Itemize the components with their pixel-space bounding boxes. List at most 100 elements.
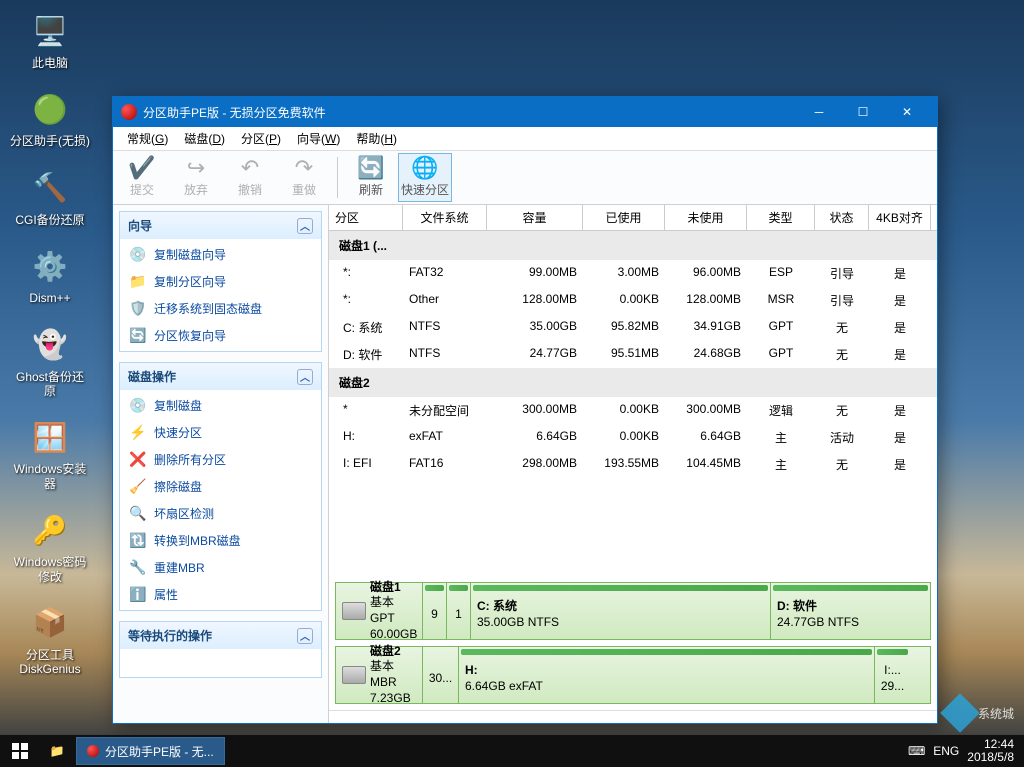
panel-pending: 等待执行的操作 ︿ — [119, 621, 322, 678]
file-explorer-icon[interactable]: 📁 — [40, 744, 74, 758]
sidebar-item-icon: 🛡️ — [130, 301, 146, 317]
tool-快速分区[interactable]: 🌐快速分区 — [398, 153, 452, 202]
collapse-icon[interactable]: ︿ — [297, 628, 313, 644]
app-window: 分区助手PE版 - 无损分区免费软件 ─ ☐ ✕ 常规(G)磁盘(D)分区(P)… — [112, 96, 938, 724]
partition-block[interactable]: D: 软件24.77GB NTFS — [770, 583, 930, 639]
sidebar-item[interactable]: 🧹擦除磁盘 — [120, 473, 321, 500]
sidebar-item[interactable]: ℹ️属性 — [120, 581, 321, 608]
desktop-icon-glyph: 📦 — [29, 602, 71, 644]
desktop-icon-label: CGI备份还原 — [10, 213, 90, 227]
menu-h[interactable]: 帮助(H) — [348, 128, 405, 149]
menu-g[interactable]: 常规(G) — [119, 128, 176, 149]
sidebar-item[interactable]: 💿复制磁盘 — [120, 392, 321, 419]
collapse-icon[interactable]: ︿ — [297, 218, 313, 234]
panel-wizard: 向导 ︿ 💿复制磁盘向导📁复制分区向导🛡️迁移系统到固态磁盘🔄分区恢复向导 — [119, 211, 322, 352]
sidebar-item[interactable]: 💿复制磁盘向导 — [120, 241, 321, 268]
desktop-icon[interactable]: 📦分区工具DiskGenius — [10, 602, 90, 677]
desktop-icon-glyph: 🔨 — [29, 167, 71, 209]
column-header[interactable]: 类型 — [747, 205, 815, 230]
partition-row[interactable]: C: 系统NTFS35.00GB95.82MB34.91GBGPT无是 — [329, 314, 937, 341]
sidebar-item[interactable]: 📁复制分区向导 — [120, 268, 321, 295]
column-header[interactable]: 未使用 — [665, 205, 747, 230]
desktop-icon[interactable]: ⚙️Dism++ — [10, 245, 90, 305]
partition-block[interactable]: I:...29... — [874, 647, 910, 703]
sidebar-item-icon: 🔄 — [130, 328, 146, 344]
sidebar: 向导 ︿ 💿复制磁盘向导📁复制分区向导🛡️迁移系统到固态磁盘🔄分区恢复向导 磁盘… — [113, 205, 329, 723]
collapse-icon[interactable]: ︿ — [297, 369, 313, 385]
desktop: 🖥️此电脑 🟢 分区助手(无损) 🔨 CGI备份还原 ⚙️Dism++ 👻Ghost备份还原… — [0, 0, 1024, 767]
tool-icon: ↶ — [241, 157, 259, 179]
minimize-button[interactable]: ─ — [797, 97, 841, 127]
partition-row[interactable]: I: EFIFAT16298.00MB193.55MB104.45MB主无是 — [329, 451, 937, 478]
tray[interactable]: ⌨ ENG 12:44 2018/5/8 — [898, 738, 1024, 764]
keyboard-icon[interactable]: ⌨ — [908, 744, 925, 758]
sidebar-item[interactable]: 🔧重建MBR — [120, 554, 321, 581]
disk-group-label[interactable]: 磁盘1 (... — [329, 231, 937, 260]
column-header[interactable]: 容量 — [487, 205, 583, 230]
partition-block[interactable]: H:6.64GB exFAT — [458, 647, 874, 703]
desktop-icon[interactable]: 🖥️此电脑 — [10, 10, 90, 70]
tool-label: 重做 — [292, 181, 316, 198]
tool-刷新[interactable]: 🔄刷新 — [344, 153, 398, 202]
disk-icon — [342, 602, 366, 620]
usage-bar — [449, 585, 468, 591]
sidebar-item-icon: 💿 — [130, 398, 146, 414]
disk-group-label[interactable]: 磁盘2 — [329, 368, 937, 397]
sidebar-item[interactable]: ⚡快速分区 — [120, 419, 321, 446]
partition-row[interactable]: D: 软件NTFS24.77GB95.51MB24.68GBGPT无是 — [329, 341, 937, 368]
sidebar-item[interactable]: 🔃转换到MBR磁盘 — [120, 527, 321, 554]
sidebar-item[interactable]: 🔄分区恢复向导 — [120, 322, 321, 349]
titlebar[interactable]: 分区助手PE版 - 无损分区免费软件 ─ ☐ ✕ — [113, 97, 937, 127]
column-header[interactable]: 分区 — [329, 205, 403, 230]
column-header[interactable]: 已使用 — [583, 205, 665, 230]
task-button[interactable]: 分区助手PE版 - 无... — [76, 737, 225, 765]
start-button[interactable] — [0, 735, 40, 767]
disk-info: 磁盘2基本 MBR7.23GB — [336, 647, 422, 703]
sidebar-item-icon: 🧹 — [130, 479, 146, 495]
desktop-icon[interactable]: 🪟Windows安装器 — [10, 416, 90, 491]
partition-block[interactable]: 9 — [422, 583, 446, 639]
tool-label: 提交 — [130, 181, 154, 198]
taskbar[interactable]: 📁 分区助手PE版 - 无... ⌨ ENG 12:44 2018/5/8 — [0, 735, 1024, 767]
partition-row[interactable]: H:exFAT6.64GB0.00KB6.64GB主活动是 — [329, 424, 937, 451]
desktop-icon-glyph: 🟢 — [29, 88, 71, 130]
sidebar-item[interactable]: 🔍坏扇区检测 — [120, 500, 321, 527]
column-header[interactable]: 状态 — [815, 205, 869, 230]
panel-wizard-header[interactable]: 向导 ︿ — [120, 212, 321, 239]
disk-diagram[interactable]: 磁盘1基本 GPT60.00GB91C: 系统35.00GB NTFSD: 软件… — [335, 582, 931, 640]
disk-diagram[interactable]: 磁盘2基本 MBR7.23GB30...H:6.64GB exFATI:...2… — [335, 646, 931, 704]
desktop-icon[interactable]: 🔑Windows密码修改 — [10, 509, 90, 584]
partition-block[interactable]: 30... — [422, 647, 458, 703]
column-header[interactable]: 文件系统 — [403, 205, 487, 230]
menu-d[interactable]: 磁盘(D) — [176, 128, 233, 149]
partition-row[interactable]: *:Other128.00MB0.00KB128.00MBMSR引导是 — [329, 287, 937, 314]
sidebar-item-icon: 🔧 — [130, 560, 146, 576]
desktop-icon-label: 分区助手(无损) — [10, 134, 90, 148]
partition-block[interactable]: 1 — [446, 583, 470, 639]
menu-p[interactable]: 分区(P) — [233, 128, 289, 149]
desktop-icon[interactable]: 🟢 分区助手(无损) — [10, 88, 90, 148]
sidebar-item[interactable]: 🛡️迁移系统到固态磁盘 — [120, 295, 321, 322]
column-header[interactable]: 4KB对齐 — [869, 205, 931, 230]
sidebar-item[interactable]: ❌删除所有分区 — [120, 446, 321, 473]
maximize-button[interactable]: ☐ — [841, 97, 885, 127]
panel-pending-header[interactable]: 等待执行的操作 ︿ — [120, 622, 321, 649]
sidebar-item-label: 快速分区 — [154, 424, 202, 441]
desktop-icon[interactable]: 👻Ghost备份还原 — [10, 324, 90, 399]
close-button[interactable]: ✕ — [885, 97, 929, 127]
partition-block[interactable]: C: 系统35.00GB NTFS — [470, 583, 770, 639]
menu-w[interactable]: 向导(W) — [289, 128, 348, 149]
window-controls: ─ ☐ ✕ — [797, 97, 929, 127]
partition-row[interactable]: *未分配空间300.00MB0.00KB300.00MB逻辑无是 — [329, 397, 937, 424]
tool-icon: 🔄 — [357, 157, 384, 179]
sidebar-item-icon: 🔍 — [130, 506, 146, 522]
lang-indicator[interactable]: ENG — [933, 744, 959, 758]
desktop-icon-label: Dism++ — [10, 291, 90, 305]
desktop-icon-glyph: 👻 — [29, 324, 71, 366]
panel-diskops-header[interactable]: 磁盘操作 ︿ — [120, 363, 321, 390]
partition-row[interactable]: *:FAT3299.00MB3.00MB96.00MBESP引导是 — [329, 260, 937, 287]
desktop-icon[interactable]: 🔨 CGI备份还原 — [10, 167, 90, 227]
legend — [329, 710, 937, 723]
desktop-icon-label: 此电脑 — [10, 56, 90, 70]
sidebar-item-icon: 🔃 — [130, 533, 146, 549]
